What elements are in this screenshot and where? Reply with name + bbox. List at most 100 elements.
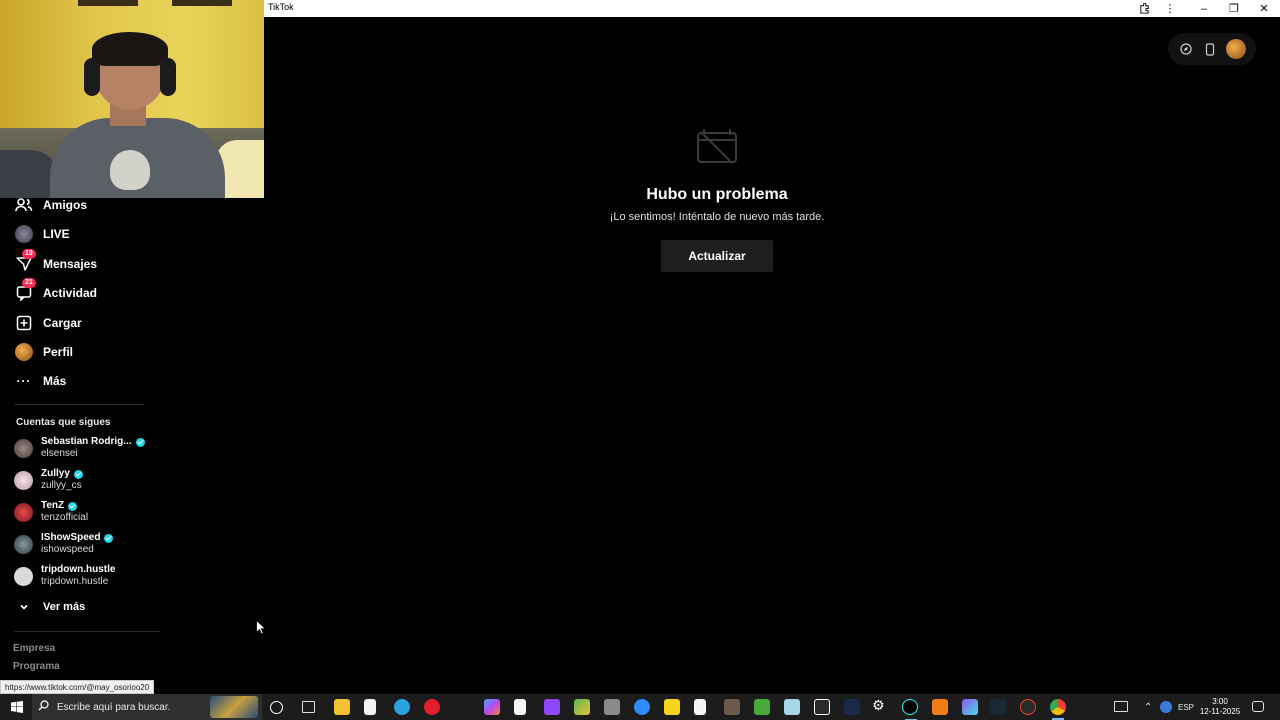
messages-badge: 19 <box>22 249 36 259</box>
twitch-icon[interactable] <box>544 699 560 715</box>
activity-icon: 21 <box>14 278 36 303</box>
account-name: tripdown.hustle <box>41 564 116 575</box>
footer-link-empresa[interactable]: Empresa <box>13 643 55 654</box>
file-explorer-icon[interactable] <box>334 699 350 715</box>
account-avatar <box>14 502 33 522</box>
notifications-icon[interactable] <box>1252 701 1264 712</box>
messages-icon: 19 <box>14 249 36 274</box>
opera-icon[interactable] <box>424 699 440 715</box>
system-clock[interactable]: 3:00 12-11-2025 <box>1198 697 1242 717</box>
sidebar-item-label: Más <box>43 374 67 388</box>
following-account[interactable]: IShowSpeed ishowspeed <box>14 530 154 558</box>
copilot-icon[interactable] <box>484 699 500 715</box>
app-icon[interactable] <box>784 699 800 715</box>
following-account[interactable]: tripdown.hustle tripdown.hustle <box>14 562 154 590</box>
sidebar-item-label: Mensajes <box>43 257 98 271</box>
chrome-icon[interactable] <box>1050 699 1066 720</box>
account-avatar <box>14 470 33 490</box>
user-avatar[interactable] <box>1226 39 1246 59</box>
see-more-label: Ver más <box>43 601 86 613</box>
language-indicator[interactable]: ESP <box>1178 694 1194 720</box>
tiktok-icon[interactable] <box>902 699 918 720</box>
document-icon[interactable] <box>514 699 526 715</box>
upload-icon <box>14 313 34 333</box>
account-name: Sebastian Rodrig... <box>41 436 132 447</box>
app-icon[interactable] <box>604 699 620 715</box>
extensions-icon[interactable] <box>1130 0 1158 17</box>
clock-time: 3:00 <box>1212 697 1228 706</box>
network-globe-icon[interactable] <box>1160 701 1172 713</box>
app-icon[interactable] <box>574 699 590 715</box>
window-title: TikTok <box>268 2 294 12</box>
app-icon[interactable] <box>932 699 948 715</box>
document-icon[interactable] <box>694 699 706 715</box>
sidebar-item-label: Perfil <box>43 345 74 359</box>
telegram-icon[interactable] <box>394 699 410 715</box>
game-icon[interactable] <box>724 699 740 715</box>
account-handle: elsensei <box>41 448 78 459</box>
sidebar-item-perfil[interactable]: Perfil <box>14 340 73 364</box>
sidebar-item-label: Actividad <box>43 286 98 300</box>
compass-icon[interactable] <box>1178 41 1194 57</box>
webcam-overlay <box>0 0 264 198</box>
account-handle: zullyy_cs <box>41 480 82 491</box>
sidebar-item-live[interactable]: LIVE <box>14 222 70 246</box>
cortana-icon[interactable] <box>270 701 283 714</box>
app-icon[interactable] <box>962 699 978 715</box>
mouse-cursor-icon <box>256 620 266 635</box>
following-account[interactable]: Zullyy zullyy_cs <box>14 466 154 494</box>
following-account[interactable]: TenZ tenzofficial <box>14 498 154 526</box>
verified-badge-icon <box>104 533 114 543</box>
broken-calendar-icon <box>696 127 738 165</box>
account-avatar <box>14 438 33 458</box>
account-avatar <box>14 566 33 586</box>
following-section-title: Cuentas que sigues <box>16 417 111 428</box>
windows-start-icon[interactable] <box>4 694 30 720</box>
sidebar-item-actividad[interactable]: 21 Actividad <box>14 278 98 305</box>
profile-avatar <box>14 342 34 362</box>
settings-gear-icon[interactable]: ⚙ <box>872 697 888 713</box>
live-icon <box>14 224 34 244</box>
error-title: Hubo un problema <box>646 186 788 203</box>
search-icon <box>38 700 49 714</box>
following-account[interactable]: Sebastian Rodrig... elsensei <box>14 434 154 462</box>
app-icon[interactable] <box>1020 699 1036 715</box>
account-name: Zullyy <box>41 468 70 479</box>
more-icon[interactable]: ⋮ <box>1156 0 1184 17</box>
account-handle: tripdown.hustle <box>41 576 109 587</box>
keyboard-icon[interactable] <box>1114 701 1128 712</box>
taskbar-search-placeholder: Escribe aquí para buscar. <box>57 701 171 713</box>
refresh-button[interactable]: Actualizar <box>661 240 773 272</box>
notepad-icon[interactable] <box>364 699 376 715</box>
verified-badge-icon <box>73 469 83 479</box>
capcut-icon[interactable] <box>814 699 830 715</box>
see-more-button[interactable]: Ver más <box>14 595 85 619</box>
sticky-notes-icon[interactable] <box>664 699 680 715</box>
account-name: TenZ <box>41 500 65 511</box>
sidebar-item-amigos[interactable]: Amigos <box>14 193 87 217</box>
sidebar-divider <box>14 631 160 632</box>
sidebar-item-mas[interactable]: ··· Más <box>14 369 67 393</box>
sidebar-item-cargar[interactable]: Cargar <box>14 311 82 335</box>
sidebar-item-label: LIVE <box>43 227 70 241</box>
activity-badge: 21 <box>22 278 36 288</box>
top-right-controls <box>1168 33 1256 65</box>
device-icon[interactable] <box>1202 41 1218 57</box>
sidebar-item-mensajes[interactable]: 19 Mensajes <box>14 249 98 276</box>
account-avatar <box>14 534 33 554</box>
app-icon[interactable] <box>844 699 860 715</box>
steam-icon[interactable] <box>990 699 1006 715</box>
verified-badge-icon <box>68 501 78 511</box>
verified-badge-icon <box>135 437 145 447</box>
account-handle: tenzofficial <box>41 512 89 523</box>
zoom-icon[interactable] <box>634 699 650 715</box>
close-icon[interactable]: ✕ <box>1250 0 1278 17</box>
minimize-icon[interactable]: – <box>1190 0 1218 17</box>
account-name: IShowSpeed <box>41 532 101 543</box>
footer-link-programa[interactable]: Programa <box>13 661 60 672</box>
chevron-up-icon[interactable]: ⌃ <box>1144 694 1152 720</box>
minecraft-icon[interactable] <box>754 699 770 715</box>
restore-icon[interactable]: ❐ <box>1220 0 1248 17</box>
sidebar-divider <box>14 404 144 405</box>
task-view-icon[interactable] <box>302 701 315 713</box>
